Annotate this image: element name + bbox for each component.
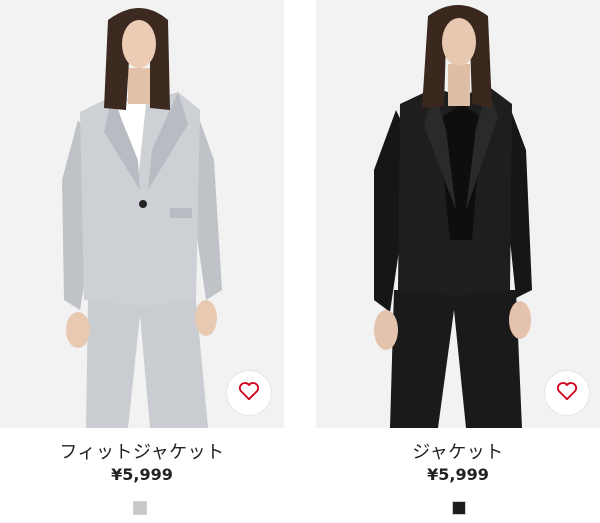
product-name[interactable]: ジャケット xyxy=(316,438,600,464)
product-image[interactable] xyxy=(316,0,600,428)
heart-icon xyxy=(238,381,260,405)
product-price: ¥5,999 xyxy=(427,465,489,484)
product-card-fit-jacket[interactable]: フィットジャケット ¥5,999 xyxy=(0,0,284,523)
favorite-button[interactable] xyxy=(226,370,272,416)
product-grid: フィットジャケット ¥5,999 ジャケット ¥5,999 xyxy=(0,0,600,523)
color-swatch-black[interactable] xyxy=(452,501,466,515)
product-name[interactable]: フィットジャケット xyxy=(0,438,284,464)
color-swatch-gray[interactable] xyxy=(133,501,147,515)
favorite-button[interactable] xyxy=(544,370,590,416)
product-image[interactable] xyxy=(0,0,284,428)
product-price: ¥5,999 xyxy=(111,465,173,484)
product-card-jacket[interactable]: ジャケット ¥5,999 xyxy=(316,0,600,523)
heart-icon xyxy=(556,381,578,405)
